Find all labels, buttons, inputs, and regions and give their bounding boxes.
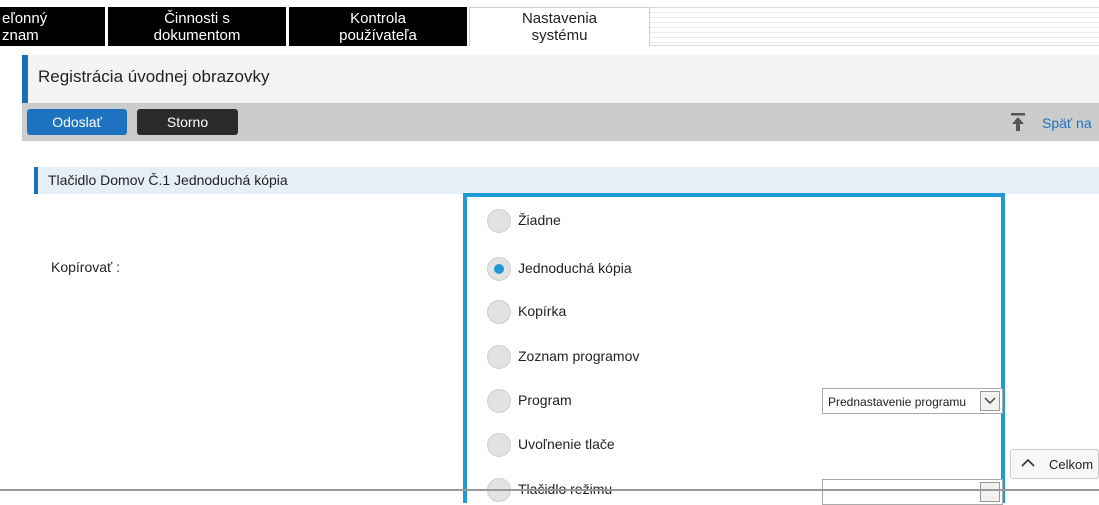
tab-document-operations[interactable]: Činnosti s dokumentom [108, 7, 286, 46]
radio-simple-copy[interactable] [487, 257, 511, 281]
option-label: Uvoľnenie tlače [518, 436, 615, 452]
radio-program[interactable] [487, 389, 511, 413]
section-header: Tlačidlo Domov Č.1 Jednoduchá kópia [34, 167, 1099, 194]
tab-system-settings[interactable]: Nastavenia systému [469, 7, 650, 46]
radio-print-release[interactable] [487, 433, 511, 457]
tab-strip-background [650, 7, 1099, 46]
action-toolbar: Odoslať Storno [22, 103, 1099, 141]
tab-label-line2: dokumentom [153, 27, 241, 44]
tab-label-line2: používateľa [339, 27, 417, 44]
tab-label-line1: Činnosti s [164, 10, 230, 27]
option-label: Zoznam programov [518, 348, 640, 364]
radio-none[interactable] [487, 209, 511, 233]
option-label: Kopírka [518, 303, 567, 319]
chevron-down-icon[interactable] [980, 391, 1000, 411]
tab-label-line1: eľonný [2, 10, 48, 27]
option-label: Žiadne [518, 212, 561, 228]
tab-address-book[interactable]: eľonný znam [0, 7, 105, 46]
tab-user-control[interactable]: Kontrola používateľa [289, 7, 467, 46]
tab-label-line1: Kontrola [350, 10, 406, 27]
copy-options-group: Žiadne Jednoduchá kópia Kopírka Zoznam p… [463, 193, 1005, 505]
section-title: Tlačidlo Domov Č.1 Jednoduchá kópia [48, 172, 288, 188]
send-button[interactable]: Odoslať [27, 109, 127, 135]
page-title: Registrácia úvodnej obrazovky [38, 67, 270, 86]
collapse-all-label: Celkom [1049, 457, 1094, 472]
frame-top [0, 0, 1099, 7]
program-preset-value: Prednastavenie programu [828, 395, 967, 409]
chevron-up-icon [1021, 458, 1035, 467]
radio-copier[interactable] [487, 300, 511, 324]
program-preset-select[interactable]: Prednastavenie programu [822, 388, 1003, 414]
option-label: Jednoduchá kópia [518, 260, 632, 276]
tab-label-line2: znam [2, 27, 39, 44]
collapse-all-button[interactable]: Celkom [1010, 449, 1099, 479]
option-label: Program [518, 392, 572, 408]
radio-program-list[interactable] [487, 345, 511, 369]
tab-label-line2: systému [531, 27, 588, 44]
back-to-top-icon [1011, 113, 1025, 131]
chevron-down-icon[interactable] [980, 482, 1000, 502]
copy-field-label: Kopírovať : [51, 259, 121, 275]
back-link-label: Späť na [1042, 115, 1092, 131]
page-title-bar: Registrácia úvodnej obrazovky [22, 55, 1099, 103]
tab-label-line1: Nastavenia [521, 10, 598, 27]
mode-button-select[interactable] [822, 479, 1003, 505]
cancel-button[interactable]: Storno [137, 109, 238, 135]
